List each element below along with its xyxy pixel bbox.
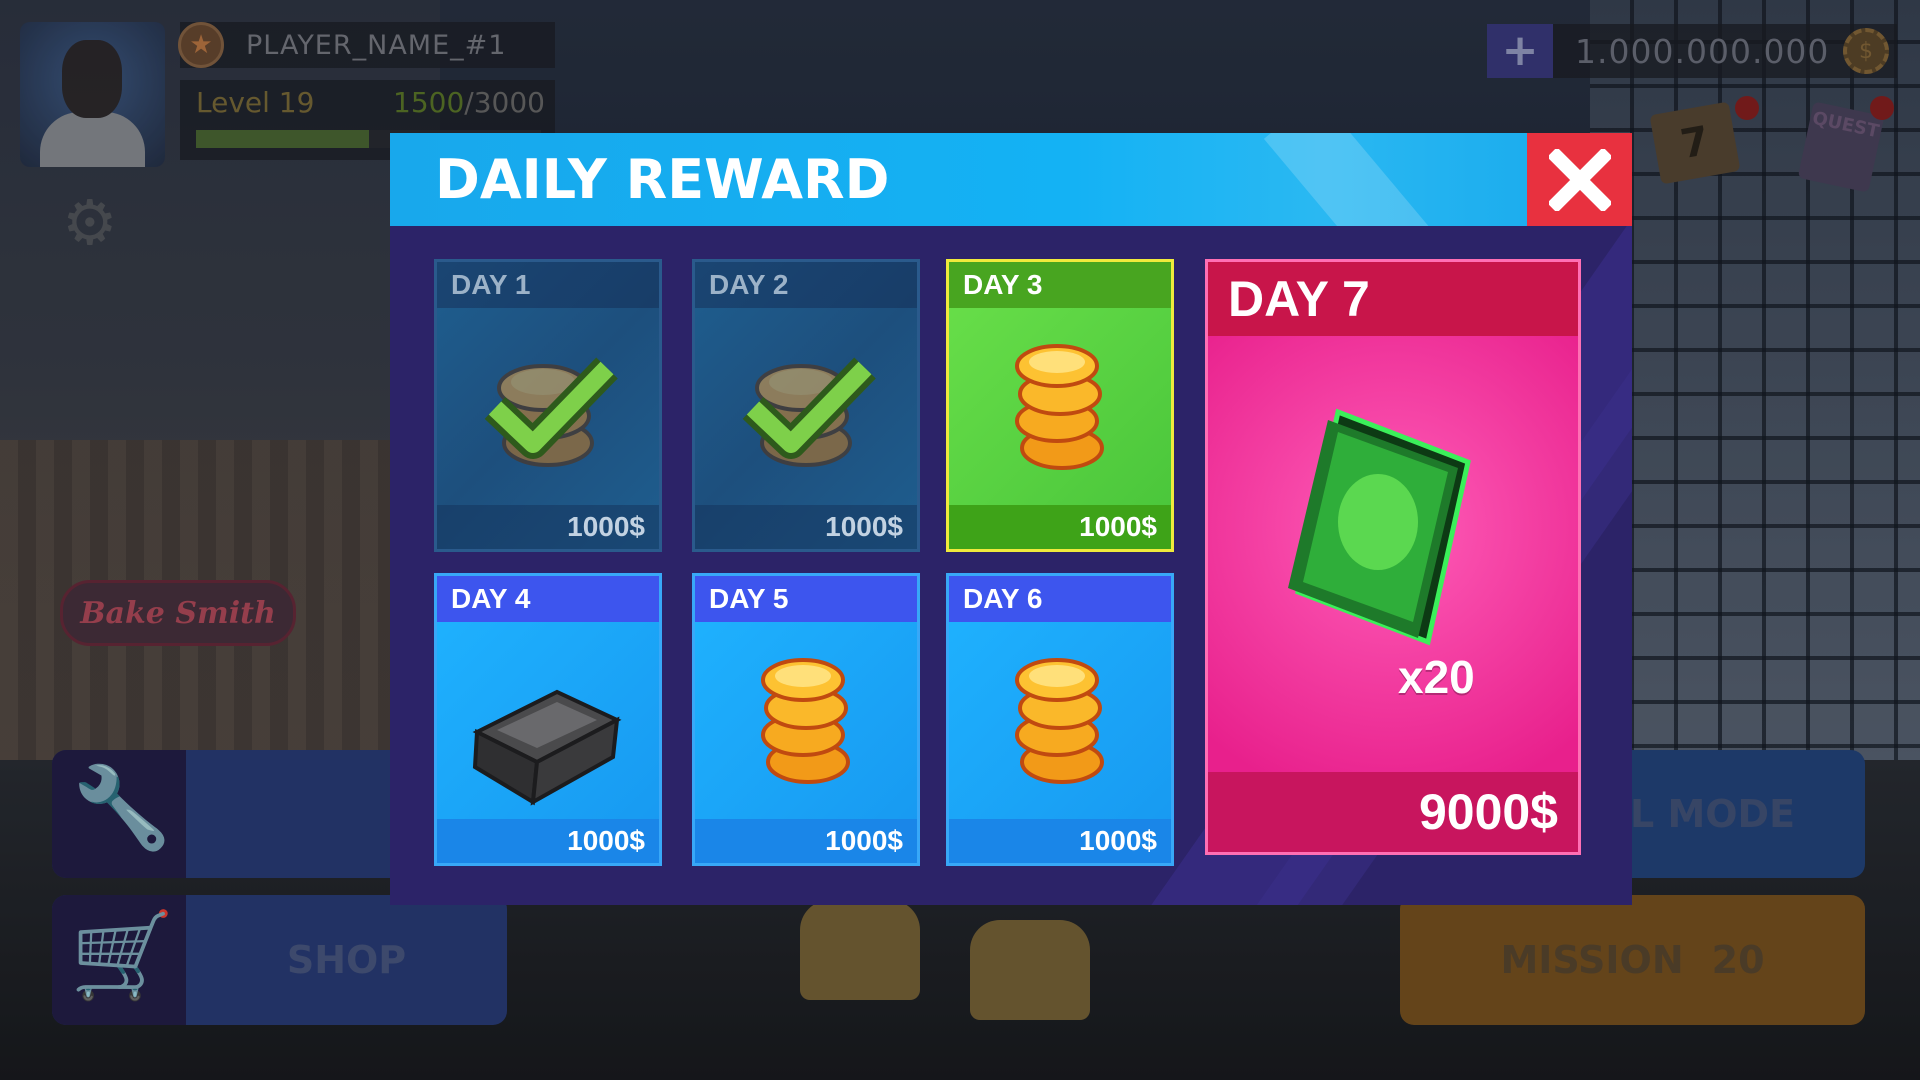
day-label: DAY 3 (949, 262, 1171, 308)
modal-title: DAILY REWARD (435, 148, 890, 211)
price-label: 1000$ (437, 819, 659, 863)
day-label: DAY 4 (437, 576, 659, 622)
silver-bar-icon (472, 689, 622, 806)
day-label: DAY 1 (437, 262, 659, 308)
green-card-pack-icon (1288, 408, 1471, 646)
day-label: DAY 7 (1208, 262, 1578, 336)
day-label: DAY 5 (695, 576, 917, 622)
modal-header: DAILY REWARD (390, 133, 1632, 226)
day-card-4[interactable]: DAY 4 1000$ (434, 573, 662, 866)
coins-icon (1015, 658, 1104, 784)
day-label: DAY 2 (695, 262, 917, 308)
coins-icon (761, 658, 850, 784)
day-card-3[interactable]: DAY 3 1000$ (946, 259, 1174, 552)
day-card-5[interactable]: DAY 5 1000$ (692, 573, 920, 866)
close-button[interactable] (1527, 133, 1632, 226)
price-label: 1000$ (695, 819, 917, 863)
price-label: 1000$ (949, 505, 1171, 549)
check-icon (742, 357, 876, 459)
check-icon (484, 357, 618, 459)
coins-icon (1015, 344, 1104, 470)
price-label: 1000$ (695, 505, 917, 549)
close-x-icon (1548, 148, 1611, 211)
day-label: DAY 6 (949, 576, 1171, 622)
day-card-1[interactable]: DAY 1 1000$ (434, 259, 662, 552)
price-label: 1000$ (949, 819, 1171, 863)
price-label: 9000$ (1208, 772, 1578, 852)
daily-reward-modal: DAILY REWARD DAY 1 1000$ DAY 2 1000$ DAY… (390, 133, 1632, 905)
price-label: 1000$ (437, 505, 659, 549)
day-card-2[interactable]: DAY 2 1000$ (692, 259, 920, 552)
day-card-6[interactable]: DAY 6 1000$ (946, 573, 1174, 866)
reward-multiplier: x20 (1398, 651, 1475, 703)
day-card-7[interactable]: DAY 7 x20 9000$ (1205, 259, 1581, 855)
